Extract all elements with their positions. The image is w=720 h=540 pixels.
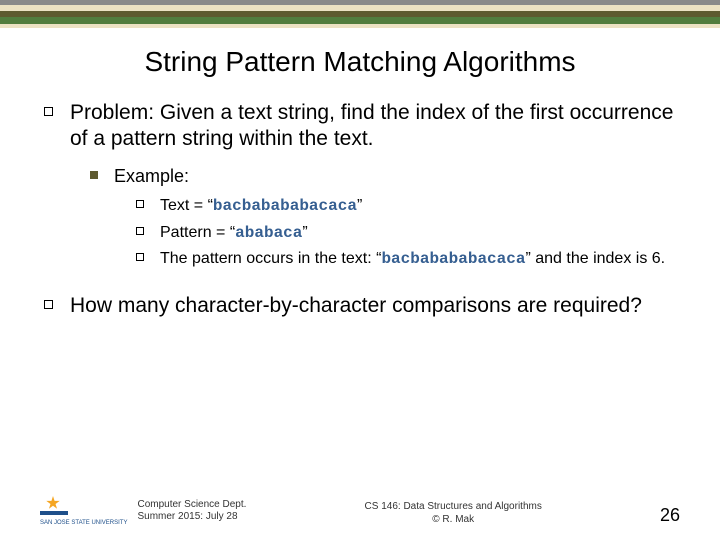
ex3-mono: bacbabababacaca: [381, 250, 525, 268]
decorative-stripes: [0, 0, 720, 28]
ex1-mono: bacbabababacaca: [213, 197, 357, 215]
example-pattern-line: Pattern = “ababaca”: [136, 222, 678, 245]
ex1-pre: Text = “: [160, 197, 213, 214]
footer-dept: Computer Science Dept. Summer 2015: July…: [137, 499, 246, 524]
bullet-example: Example: Text = “bacbabababacaca” Patter…: [90, 165, 678, 271]
bullet-problem: Problem: Given a text string, find the i…: [42, 100, 678, 271]
bullet-question: How many character-by-character comparis…: [42, 293, 678, 319]
university-logo: SAN JOSE STATE UNIVERSITY: [40, 496, 127, 526]
ex2-mono: ababaca: [235, 224, 302, 242]
ex3-post: ” and the index is 6.: [525, 250, 665, 267]
ex3-pre: The pattern occurs in the text: “: [160, 250, 381, 267]
ex2-pre: Pattern = “: [160, 224, 235, 241]
slide-title: String Pattern Matching Algorithms: [0, 46, 720, 78]
dept-line2: Summer 2015: July 28: [137, 511, 246, 524]
bullet-problem-text: Problem: Given a text string, find the i…: [70, 101, 673, 150]
ex1-post: ”: [357, 197, 362, 214]
course-line1: CS 146: Data Structures and Algorithms: [246, 501, 660, 514]
example-text-line: Text = “bacbabababacaca”: [136, 195, 678, 218]
footer-left: SAN JOSE STATE UNIVERSITY Computer Scien…: [40, 496, 246, 526]
bullet-question-text: How many character-by-character comparis…: [70, 294, 642, 317]
slide-footer: SAN JOSE STATE UNIVERSITY Computer Scien…: [0, 496, 720, 526]
logo-label: SAN JOSE STATE UNIVERSITY: [40, 520, 127, 526]
example-result-line: The pattern occurs in the text: “bacbaba…: [136, 248, 678, 271]
page-number: 26: [660, 505, 680, 526]
dept-line1: Computer Science Dept.: [137, 499, 246, 512]
slide-body: Problem: Given a text string, find the i…: [0, 100, 720, 319]
footer-center: CS 146: Data Structures and Algorithms ©…: [246, 501, 660, 526]
course-line2: © R. Mak: [246, 514, 660, 527]
example-label: Example:: [114, 166, 189, 186]
ex2-post: ”: [302, 224, 307, 241]
slide: String Pattern Matching Algorithms Probl…: [0, 0, 720, 540]
